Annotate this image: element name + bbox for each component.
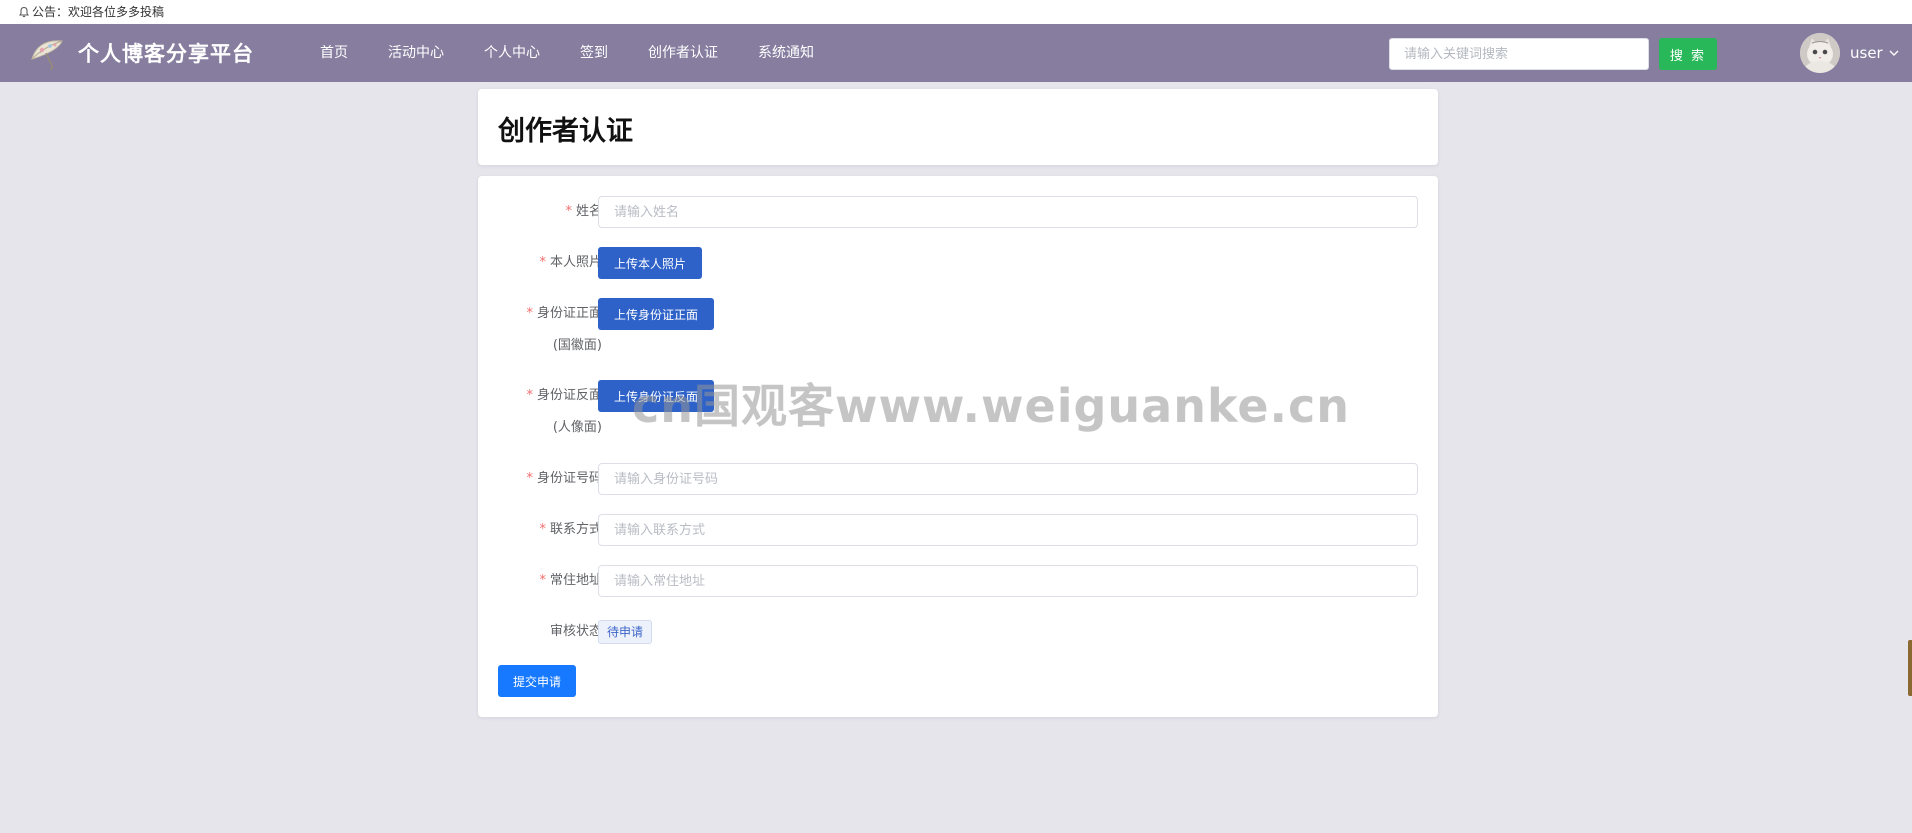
id-back-label: * 身份证反面 bbox=[526, 380, 602, 412]
page-title-card: 创作者认证 bbox=[478, 89, 1438, 165]
photo-label-text: 本人照片 bbox=[549, 255, 602, 270]
id-back-label-sub: (人像面) bbox=[552, 420, 602, 435]
nav-item-personal-center[interactable]: 个人中心 bbox=[464, 24, 560, 82]
main-nav: 首页 活动中心 个人中心 签到 创作者认证 系统通知 bbox=[300, 24, 834, 82]
announcement-text: 公告：欢迎各位多多投稿 bbox=[32, 5, 165, 19]
required-mark: * bbox=[539, 522, 546, 537]
side-scroll-handle[interactable] bbox=[1908, 640, 1912, 696]
upload-id-back-button[interactable]: 上传身份证反面 bbox=[598, 380, 715, 412]
page-title: 创作者认证 bbox=[498, 116, 633, 147]
required-mark: * bbox=[539, 573, 546, 588]
address-label-text: 常住地址 bbox=[549, 573, 602, 588]
submit-application-button[interactable]: 提交申请 bbox=[498, 665, 577, 697]
upload-id-front-button[interactable]: 上传身份证正面 bbox=[598, 298, 715, 330]
required-mark: * bbox=[526, 306, 533, 321]
announcement-bar: 公告：欢迎各位多多投稿 bbox=[0, 0, 1912, 24]
address-input[interactable] bbox=[598, 565, 1418, 597]
top-navbar: 个人博客分享平台 首页 活动中心 个人中心 签到 创作者认证 系统通知 搜 索 … bbox=[0, 24, 1912, 82]
id-front-label: * 身份证正面 bbox=[526, 298, 602, 330]
name-input[interactable] bbox=[598, 196, 1418, 228]
username: user bbox=[1850, 44, 1883, 62]
contact-label-text: 联系方式 bbox=[549, 522, 602, 537]
required-mark: * bbox=[526, 471, 533, 486]
umbrella-logo-icon bbox=[31, 40, 63, 70]
contact-input[interactable] bbox=[598, 514, 1418, 546]
search-input[interactable] bbox=[1389, 38, 1649, 70]
user-menu[interactable]: user bbox=[1800, 33, 1900, 73]
id-back-label-text: 身份证反面 bbox=[536, 388, 602, 403]
search-button[interactable]: 搜 索 bbox=[1659, 38, 1717, 70]
required-mark: * bbox=[526, 388, 533, 403]
status-badge: 待申请 bbox=[598, 620, 653, 644]
nav-item-system-notice[interactable]: 系统通知 bbox=[738, 24, 834, 82]
id-number-label: * 身份证号码 bbox=[526, 463, 602, 495]
address-label: * 常住地址 bbox=[539, 565, 602, 597]
chevron-down-icon bbox=[1889, 50, 1899, 56]
nav-item-creator-certification[interactable]: 创作者认证 bbox=[628, 24, 738, 82]
nav-item-check-in[interactable]: 签到 bbox=[560, 24, 628, 82]
certification-form: *姓名 *本人照片 上传本人照片 *身份证正面 (国徽面) 上传身份证正面 *身… bbox=[478, 176, 1438, 717]
nav-item-home[interactable]: 首页 bbox=[300, 24, 368, 82]
nav-item-activity-center[interactable]: 活动中心 bbox=[368, 24, 464, 82]
id-number-input[interactable] bbox=[598, 463, 1418, 495]
site-title: 个人博客分享平台 bbox=[78, 42, 254, 66]
contact-label: * 联系方式 bbox=[539, 514, 602, 546]
required-mark: * bbox=[539, 255, 546, 270]
id-number-label-text: 身份证号码 bbox=[536, 471, 602, 486]
id-front-label-text: 身份证正面 bbox=[536, 306, 602, 321]
cat-avatar-icon bbox=[1800, 33, 1840, 73]
bell-icon bbox=[19, 6, 29, 18]
avatar[interactable] bbox=[1800, 33, 1840, 73]
id-front-label-sub: (国徽面) bbox=[552, 338, 602, 353]
photo-label: * 本人照片 bbox=[539, 247, 602, 279]
required-mark: * bbox=[565, 204, 572, 219]
brand[interactable]: 个人博客分享平台 bbox=[28, 33, 254, 73]
name-label: * 姓名 bbox=[565, 196, 602, 228]
upload-photo-button[interactable]: 上传本人照片 bbox=[598, 247, 703, 279]
status-label: 审核状态 bbox=[549, 624, 602, 639]
